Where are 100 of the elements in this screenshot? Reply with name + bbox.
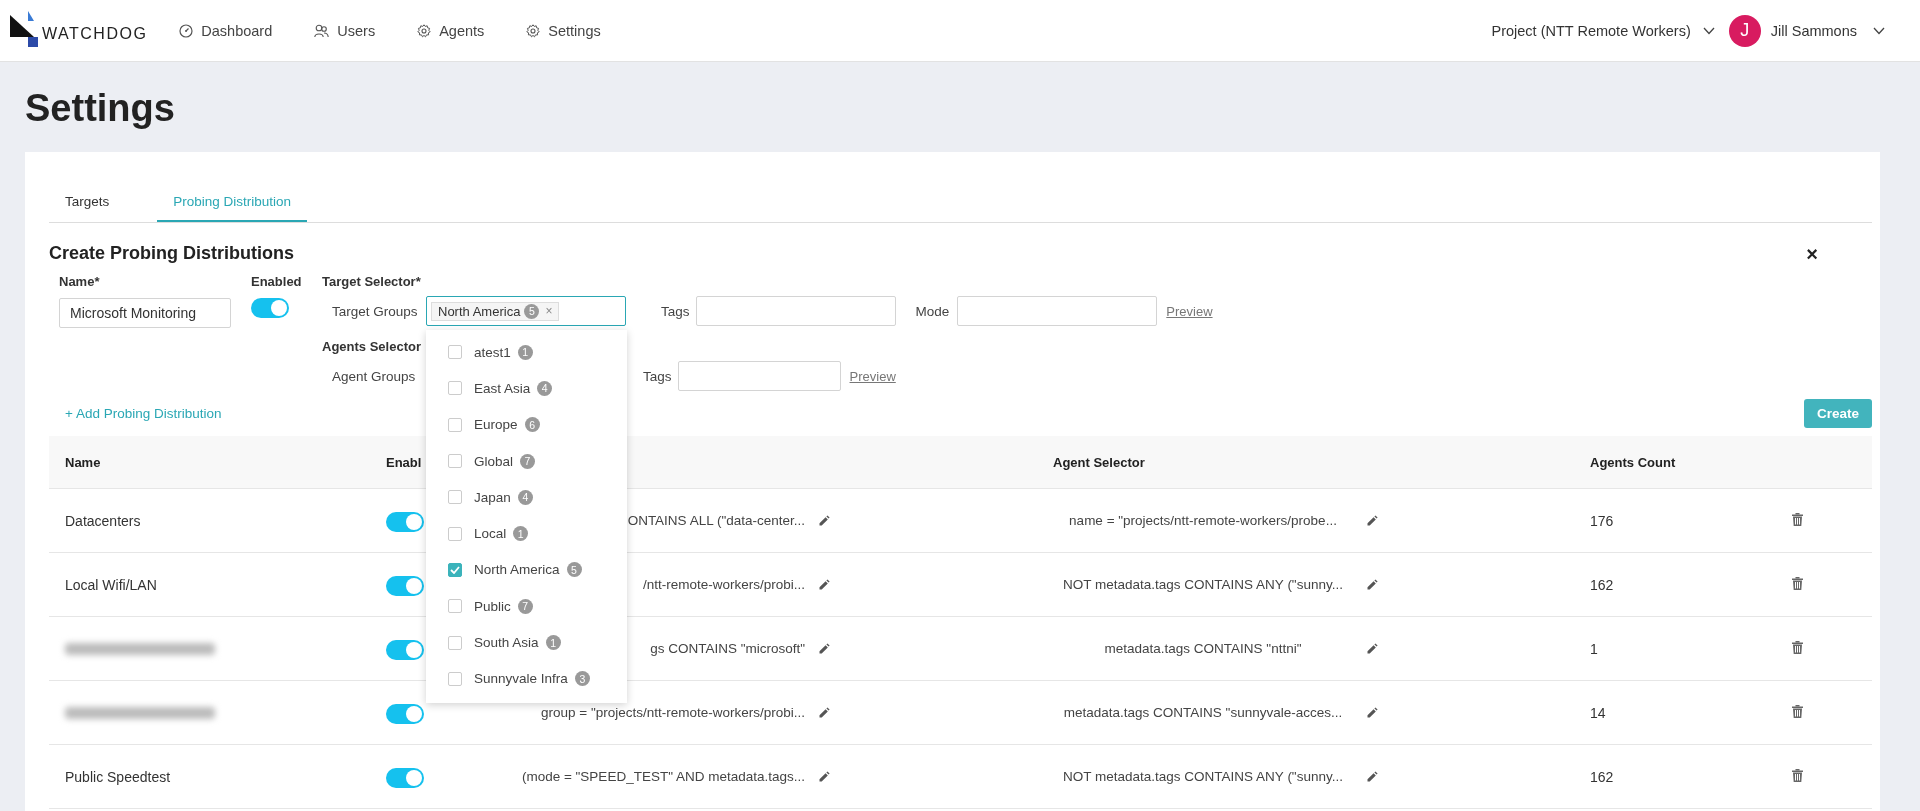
- toggle-switch[interactable]: [386, 640, 424, 660]
- option-label: Local: [474, 526, 507, 542]
- checkbox[interactable]: [448, 562, 462, 577]
- edit-icon[interactable]: [1367, 643, 1378, 654]
- table-cell: gs CONTAINS "microsoft": [650, 641, 805, 656]
- nav-link[interactable]: Settings: [526, 22, 601, 39]
- checkbox[interactable]: [448, 490, 462, 505]
- remove-chip-button[interactable]: ×: [545, 304, 553, 318]
- dropdown-option[interactable]: Japan 4: [448, 479, 627, 516]
- count-badge: 6: [524, 417, 540, 433]
- settings-icon: [526, 23, 541, 38]
- user-menu[interactable]: Jill Sammons: [1770, 22, 1885, 39]
- edit-icon[interactable]: [819, 707, 830, 718]
- column-header: Agents Count: [1590, 454, 1676, 470]
- option-label: Global: [474, 453, 514, 469]
- dropdown-option[interactable]: Sunnyvale Infra 3: [448, 660, 627, 697]
- brand-name: WATCHDOG: [42, 24, 148, 43]
- page-title: Settings: [25, 86, 176, 131]
- checkbox[interactable]: [448, 345, 462, 360]
- checkbox[interactable]: [448, 454, 462, 469]
- option-label: North America: [474, 562, 560, 578]
- table-cell: Public Speedtest: [65, 768, 171, 785]
- count-badge: 3: [574, 671, 590, 687]
- trash-icon[interactable]: [1792, 640, 1803, 654]
- dropdown-option[interactable]: Local 1: [448, 515, 627, 552]
- toggle-switch[interactable]: [386, 512, 424, 532]
- count-badge: 7: [520, 453, 536, 469]
- checkbox[interactable]: [448, 671, 462, 686]
- toggle-switch[interactable]: [386, 704, 424, 724]
- preview-link[interactable]: Preview: [849, 368, 896, 384]
- tab[interactable]: Targets: [49, 182, 126, 222]
- section-label: Target Selector*: [322, 274, 421, 291]
- project-selector[interactable]: Project (NTT Remote Workers): [1491, 22, 1715, 39]
- toggle-switch[interactable]: [386, 768, 424, 788]
- dropdown-option[interactable]: Global 7: [448, 442, 627, 480]
- field-label: Tags: [660, 303, 691, 319]
- nav-link[interactable]: Agents: [417, 22, 485, 39]
- toggle-switch[interactable]: [251, 298, 289, 318]
- trash-icon[interactable]: [1792, 768, 1803, 782]
- mode-field[interactable]: [957, 296, 1158, 326]
- table-cell: /ntt-remote-workers/probi...: [642, 577, 805, 592]
- field-label: Mode: [914, 303, 951, 319]
- toggle-switch[interactable]: [386, 576, 424, 596]
- edit-icon[interactable]: [819, 579, 830, 590]
- edit-icon[interactable]: [1367, 707, 1378, 718]
- checkbox[interactable]: [448, 526, 462, 541]
- count-badge: 5: [524, 303, 540, 319]
- table-cell: 176: [1590, 512, 1614, 529]
- checkbox[interactable]: [448, 635, 462, 650]
- table-cell: Local Wifi/LAN: [65, 576, 157, 593]
- name-field[interactable]: Microsoft Monitoring: [59, 298, 231, 328]
- checkbox[interactable]: [448, 599, 462, 614]
- count-badge: 1: [545, 635, 561, 650]
- column-header: Enabl: [386, 454, 422, 470]
- table-cell: 162: [1590, 768, 1614, 785]
- preview-link[interactable]: Preview: [1166, 303, 1213, 319]
- trash-icon[interactable]: [1792, 704, 1803, 718]
- field-label: Enabled: [251, 274, 302, 291]
- checkbox[interactable]: [448, 381, 462, 396]
- option-label: Japan: [474, 489, 511, 505]
- user-avatar[interactable]: J: [1728, 14, 1761, 47]
- option-label: atest1: [474, 344, 511, 360]
- option-label: South Asia: [474, 635, 539, 650]
- dropdown-option[interactable]: North America 5: [448, 551, 627, 589]
- dropdown-option[interactable]: South Asia 1: [448, 624, 627, 661]
- close-button[interactable]: ×: [1802, 243, 1822, 264]
- column-header: Name: [65, 454, 101, 470]
- chip-label: North America: [438, 303, 521, 319]
- dropdown-option[interactable]: atest1 1: [448, 334, 627, 371]
- section-label: Agents Selector: [322, 339, 421, 356]
- edit-icon[interactable]: [1367, 579, 1378, 590]
- checkbox[interactable]: [448, 417, 462, 432]
- edit-icon[interactable]: [1367, 771, 1378, 782]
- option-label: Europe: [474, 417, 518, 433]
- chevron-down-icon: [1873, 26, 1885, 35]
- table-cell-text: metadata.tags CONTAINS "sunnyvale-acces...: [1062, 705, 1344, 720]
- dropdown-option[interactable]: Europe 6: [448, 406, 627, 443]
- edit-icon[interactable]: [819, 515, 830, 526]
- edit-icon[interactable]: [819, 771, 830, 782]
- table-cell-text: metadata.tags CONTAINS "nttni": [1103, 641, 1303, 656]
- edit-icon[interactable]: [1367, 515, 1378, 526]
- trash-icon[interactable]: [1792, 512, 1803, 526]
- tags-field[interactable]: [677, 361, 841, 391]
- table-cell-text: NOT metadata.tags CONTAINS ANY ("sunny...: [1062, 577, 1344, 592]
- tags-field[interactable]: [695, 296, 896, 326]
- dropdown-option[interactable]: East Asia 4: [448, 370, 627, 407]
- trash-icon[interactable]: [1792, 576, 1803, 590]
- nav-link[interactable]: Dashboard: [179, 22, 273, 39]
- edit-icon[interactable]: [819, 643, 830, 654]
- table-cell: ONTAINS ALL ("data-center...: [627, 513, 805, 528]
- table-cell: Datacenters: [65, 512, 141, 529]
- count-badge: 7: [517, 598, 533, 614]
- option-label: Sunnyvale Infra: [474, 671, 568, 687]
- nav-link[interactable]: Users: [314, 22, 376, 39]
- table-cell-text: name = "projects/ntt-remote-workers/probe...: [1068, 513, 1338, 528]
- settings-icon: [417, 23, 432, 38]
- dropdown-option[interactable]: Public 7: [448, 588, 627, 625]
- table-cell: 1: [1590, 640, 1598, 657]
- count-badge: 1: [513, 526, 529, 542]
- target-groups-field[interactable]: North America 5 ×: [426, 296, 626, 326]
